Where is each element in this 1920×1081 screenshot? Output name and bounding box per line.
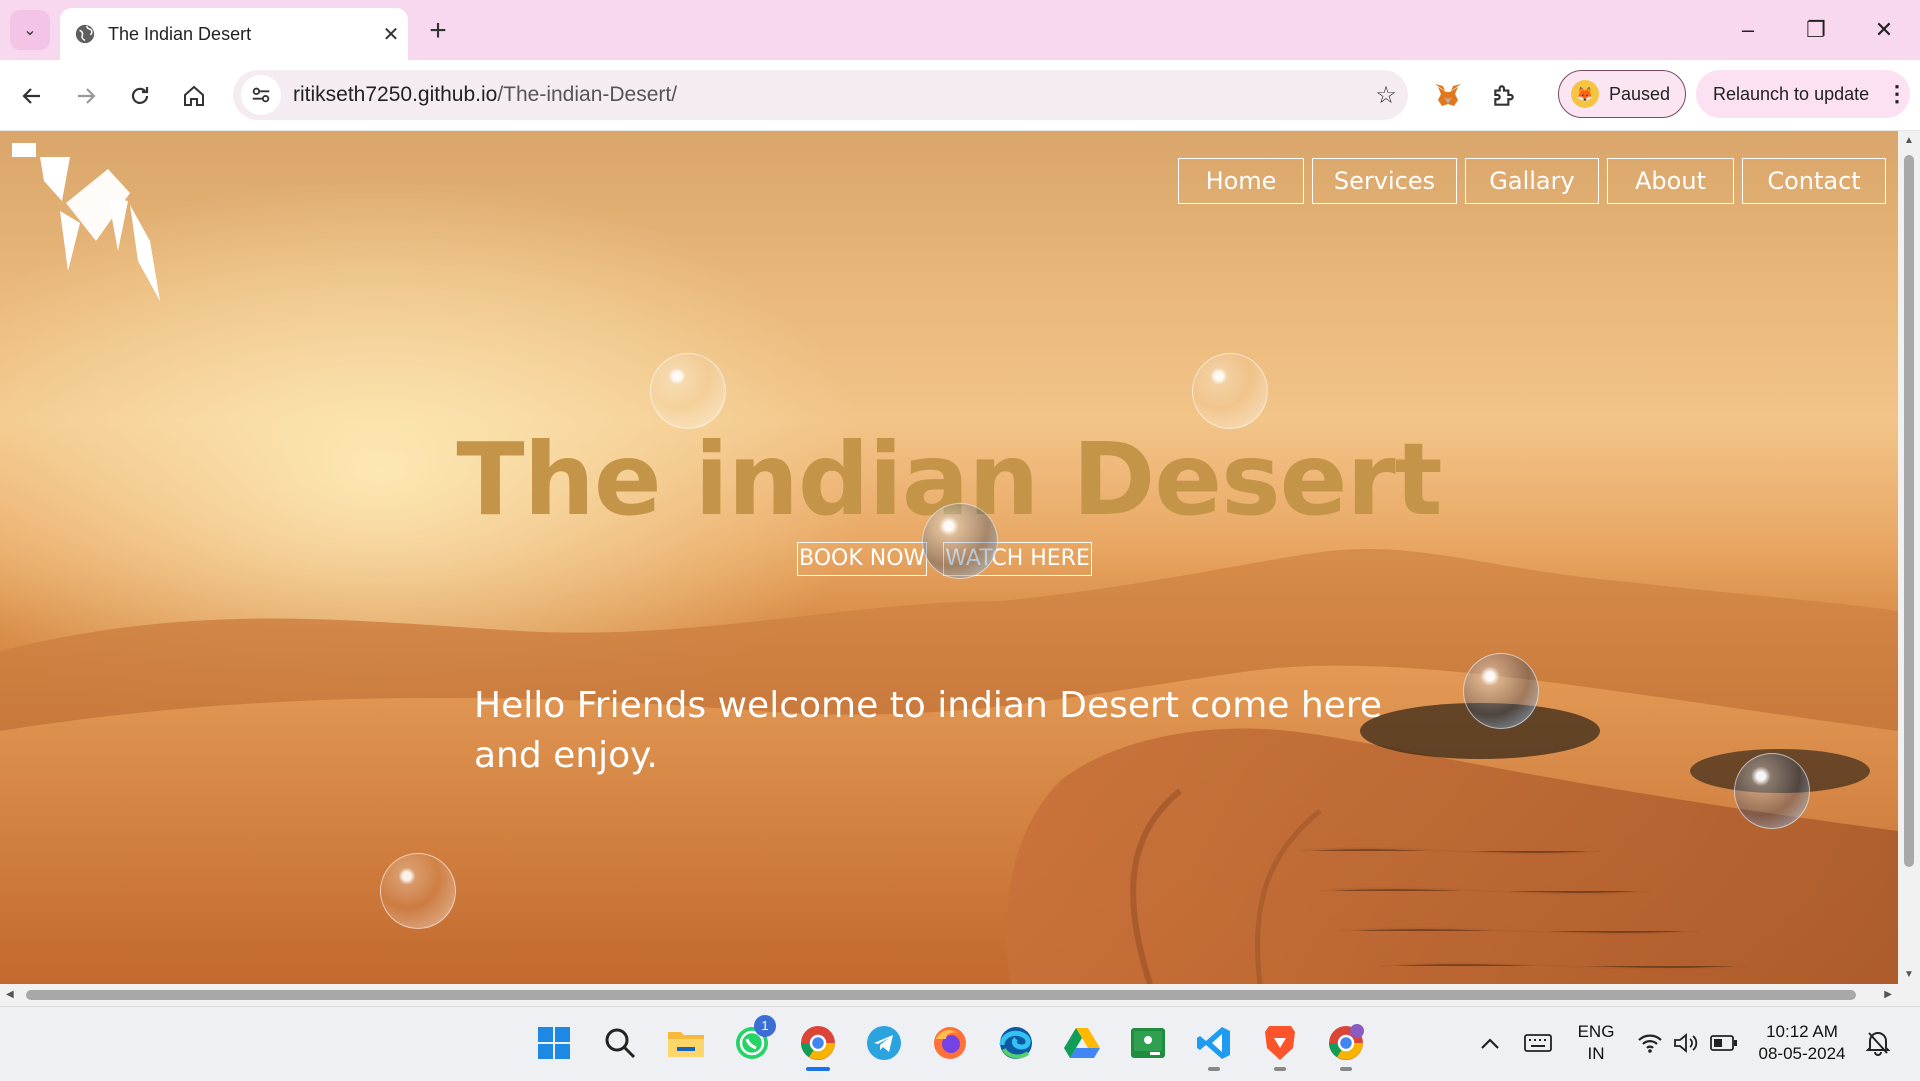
url-host: ritikseth7250.github.io [293, 83, 498, 106]
keyboard-icon[interactable] [1518, 1021, 1558, 1065]
vertical-scrollbar[interactable]: ▲ ▼ [1898, 131, 1920, 984]
nav-gallary[interactable]: Gallary [1465, 158, 1599, 204]
active-indicator [806, 1067, 830, 1071]
book-now-button[interactable]: BOOK NOW [797, 542, 928, 576]
running-indicator [1340, 1067, 1352, 1071]
language-code: ENG [1577, 1022, 1615, 1041]
scrollbar-corner [1898, 984, 1920, 1006]
chevron-up-icon[interactable] [1470, 1021, 1510, 1065]
brave-icon[interactable] [1258, 1021, 1302, 1071]
address-bar[interactable]: ritikseth7250.github.io/The-indian-Deser… [233, 70, 1408, 120]
notification-icon[interactable] [1858, 1021, 1898, 1065]
chrome-profile-icon[interactable] [1324, 1021, 1368, 1071]
site-logo [12, 143, 160, 301]
profile-status-label: Paused [1609, 83, 1671, 104]
bubble [650, 353, 726, 429]
bubble [922, 503, 998, 579]
battery-icon[interactable] [1704, 1021, 1744, 1065]
close-icon[interactable]: ✕ [374, 22, 408, 47]
clock-time: 10:12 AM [1766, 1022, 1838, 1041]
whatsapp-icon[interactable]: 1 [730, 1015, 776, 1065]
scroll-left-icon[interactable]: ◀ [6, 989, 14, 1000]
welcome-text: Hello Friends welcome to indian Desert c… [474, 685, 1382, 776]
bookmark-star-icon[interactable]: ☆ [1364, 81, 1408, 110]
new-tab-icon[interactable]: + [420, 14, 456, 50]
bubble [1463, 653, 1539, 729]
scroll-up-icon[interactable]: ▲ [1904, 135, 1914, 146]
windows-start-icon[interactable] [532, 1021, 576, 1065]
url-path: /The-indian-Desert/ [497, 83, 678, 106]
kebab-menu-icon[interactable]: ⋮ [1886, 81, 1910, 107]
tab-search-icon[interactable]: ⌄ [10, 10, 50, 50]
extensions-puzzle-icon[interactable] [1484, 76, 1524, 116]
vertical-scroll-thumb[interactable] [1904, 155, 1914, 867]
window-close-icon[interactable]: ✕ [1854, 10, 1914, 50]
notification-badge: 1 [754, 1015, 776, 1037]
firefox-icon[interactable] [928, 1021, 972, 1065]
taskbar: 1 ENG IN 10:12 AM 08-05-2024 [0, 1006, 1920, 1081]
clock-date: 08-05-2024 [1758, 1044, 1846, 1063]
bubble [1734, 753, 1810, 829]
nav-home[interactable]: Home [1178, 158, 1304, 204]
google-drive-icon[interactable] [1060, 1021, 1104, 1065]
edge-icon[interactable] [994, 1021, 1038, 1065]
running-indicator [1274, 1067, 1286, 1071]
restore-icon[interactable]: ❐ [1786, 10, 1846, 50]
wifi-icon[interactable] [1630, 1021, 1670, 1065]
search-icon[interactable] [598, 1021, 642, 1065]
page-viewport: Home Services Gallary About Contact The … [0, 131, 1898, 984]
site-info-icon[interactable] [241, 75, 281, 115]
reload-icon[interactable] [120, 76, 160, 116]
site-nav: Home Services Gallary About Contact [1178, 158, 1886, 204]
avatar: 🦊 [1571, 80, 1599, 108]
back-icon[interactable] [12, 76, 52, 116]
horizontal-scroll-thumb[interactable] [26, 990, 1856, 1000]
relaunch-button[interactable]: Relaunch to update ⋮ [1696, 70, 1910, 118]
file-explorer-icon[interactable] [664, 1021, 708, 1065]
metamask-fox-icon[interactable] [1428, 76, 1468, 116]
region-code: IN [1587, 1044, 1605, 1063]
minimize-icon[interactable]: – [1718, 10, 1778, 50]
forward-icon[interactable] [66, 76, 106, 116]
profile-paused-button[interactable]: 🦊 Paused [1558, 70, 1686, 118]
nav-about[interactable]: About [1607, 158, 1734, 204]
relaunch-label: Relaunch to update [1713, 83, 1870, 104]
volume-icon[interactable] [1666, 1021, 1706, 1065]
vscode-icon[interactable] [1192, 1021, 1236, 1071]
bubble [1192, 353, 1268, 429]
google-classroom-icon[interactable] [1126, 1021, 1170, 1065]
scroll-down-icon[interactable]: ▼ [1904, 969, 1914, 980]
clock[interactable]: 10:12 AM 08-05-2024 [1752, 1021, 1852, 1065]
bubble [380, 853, 456, 929]
globe-icon [75, 24, 95, 44]
chrome-icon[interactable] [796, 1021, 840, 1071]
active-tab[interactable]: The Indian Desert ✕ [60, 8, 408, 60]
tab-strip: ⌄ The Indian Desert ✕ + – ❐ ✕ [0, 0, 1920, 60]
horizontal-scrollbar[interactable]: ◀ ▶ [0, 984, 1898, 1006]
telegram-icon[interactable] [862, 1021, 906, 1065]
url-text[interactable]: ritikseth7250.github.io/The-indian-Deser… [293, 83, 1364, 107]
nav-contact[interactable]: Contact [1742, 158, 1886, 204]
running-indicator [1208, 1067, 1220, 1071]
home-icon[interactable] [174, 76, 214, 116]
browser-toolbar: ritikseth7250.github.io/The-indian-Deser… [0, 60, 1920, 131]
scroll-right-icon[interactable]: ▶ [1884, 989, 1892, 1000]
tab-title: The Indian Desert [108, 23, 252, 44]
language-indicator[interactable]: ENG IN [1568, 1021, 1624, 1065]
nav-services[interactable]: Services [1312, 158, 1457, 204]
